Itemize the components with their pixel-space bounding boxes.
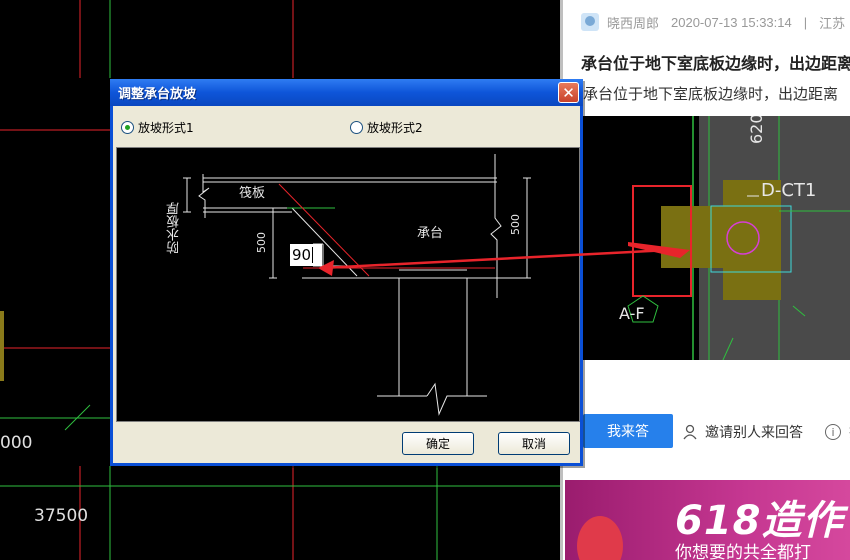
post-date: 2020-07-13 15:33:14: [671, 14, 792, 30]
cancel-button[interactable]: 取消: [498, 432, 570, 455]
slope-preview-drawing: [183, 154, 531, 416]
radio-slope-form-1[interactable]: 放坡形式1: [121, 119, 194, 136]
answer-button[interactable]: 我来答: [583, 414, 673, 448]
banner-decoration: [577, 516, 623, 560]
adjust-cap-slope-dialog: 调整承台放坡 ✕ 放坡形式1 放坡形式2 筏板 防水板厚 承台 500 500 …: [110, 79, 583, 466]
question-title[interactable]: 承台位于地下室底板边缘时，出边距离: [581, 50, 850, 74]
cad-dimension-left: 000: [0, 433, 33, 453]
qa-web-panel: 晓西周郎 2020-07-13 15:33:14 | 江苏 承台位于地下室底板边…: [560, 0, 850, 560]
radio-slope-form-2[interactable]: 放坡形式2: [350, 119, 423, 136]
meta-separator: |: [803, 14, 808, 30]
person-icon: [683, 424, 697, 440]
slope-angle-value: 90: [292, 246, 312, 264]
cad-dimension-bottom: 37500: [34, 506, 89, 526]
banner-subtitle: 你想要的共全都打: [675, 543, 811, 560]
dimension-500-left: 500: [255, 232, 268, 253]
promo-banner[interactable]: 618造作 你想要的共全都打: [565, 480, 850, 560]
radio-icon-unchecked[interactable]: [350, 121, 363, 134]
image-dimension-6200: 6200: [747, 116, 766, 144]
question-meta: 晓西周郎 2020-07-13 15:33:14 | 江苏: [581, 12, 850, 32]
dialog-title-bar[interactable]: 调整承台放坡 ✕: [110, 79, 583, 106]
invite-answer-label: 邀请别人来回答: [705, 425, 803, 441]
radio-slope-form-1-label: 放坡形式1: [138, 121, 194, 135]
slope-angle-input[interactable]: 90: [290, 244, 322, 266]
ok-button[interactable]: 确定: [402, 432, 474, 455]
radio-slope-form-2-label: 放坡形式2: [367, 121, 423, 135]
image-label-af: A-F: [619, 304, 645, 323]
image-label-dct1: D-CT1: [761, 180, 817, 201]
invite-answer-link[interactable]: 邀请别人来回答: [683, 422, 803, 442]
author-name[interactable]: 晓西周郎: [607, 13, 659, 32]
label-raft: 筏板: [239, 186, 266, 201]
slope-preview-canvas: 筏板 防水板厚 承台 500 500 90: [116, 147, 580, 422]
label-waterproof-thickness: 防水板厚: [167, 202, 182, 254]
radio-icon-checked[interactable]: [121, 121, 134, 134]
dimension-500-right: 500: [509, 214, 522, 235]
dialog-title: 调整承台放坡: [118, 87, 197, 102]
close-button[interactable]: ✕: [558, 82, 579, 103]
avatar[interactable]: [581, 13, 599, 31]
info-icon: i: [825, 424, 841, 440]
question-image-drawing: [627, 116, 850, 360]
post-location: 江苏: [819, 15, 846, 31]
report-link[interactable]: i 投: [825, 422, 850, 442]
question-body: 承台位于地下室底板边缘时，出边距离: [583, 85, 839, 103]
label-pile-cap: 承台: [417, 226, 444, 241]
question-image[interactable]: 6200 D-CT1 A-F: [583, 116, 850, 360]
